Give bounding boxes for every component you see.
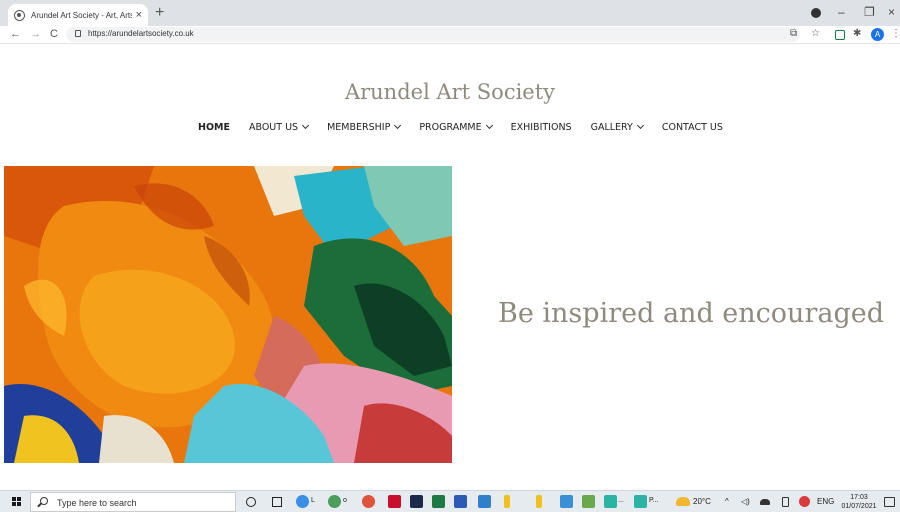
maximize-button[interactable]: ❐ (864, 5, 875, 19)
share-icon[interactable]: ⧉ (790, 28, 797, 40)
extension-shield-icon[interactable] (835, 30, 845, 40)
minimize-button[interactable]: – (838, 5, 845, 19)
extensions-puzzle-icon[interactable]: ✱ (853, 28, 861, 40)
address-bar[interactable]: https://arundelartsociety.co.uk (66, 27, 800, 42)
clock-date: 01/07/2021 (841, 503, 877, 510)
lock-icon[interactable] (75, 30, 81, 37)
nav-item-label: GALLERY (590, 121, 633, 133)
store-icon[interactable] (410, 495, 423, 508)
tray-chevron-up-icon[interactable]: ^ (725, 497, 729, 506)
profile-avatar[interactable]: A (871, 28, 884, 41)
cortana-icon[interactable] (246, 497, 256, 507)
url-text[interactable]: https://arundelartsociety.co.uk (88, 29, 194, 38)
browser-toolbar: ← → C https://arundelartsociety.co.uk ⧉ … (0, 26, 900, 44)
chrome-profile-icon[interactable] (811, 8, 821, 18)
language-indicator[interactable]: ENG (817, 497, 834, 506)
close-window-button[interactable]: × (888, 5, 895, 19)
site-favicon-icon (14, 9, 25, 21)
nav-item-exhibitions[interactable]: EXHIBITIONS (511, 122, 572, 133)
chevron-down-icon (485, 121, 493, 130)
sticky-note-icon[interactable] (504, 495, 510, 508)
chrome-app-label-2: o (343, 497, 347, 504)
weather-icon[interactable] (676, 497, 690, 506)
excel-icon[interactable] (432, 495, 445, 508)
speaker-icon[interactable]: ◁) (741, 497, 750, 506)
browser-tab-strip: Arundel Art Society - Art, Arts Or × + –… (0, 0, 900, 26)
chrome-app-icon-2[interactable] (328, 495, 341, 508)
tab-title: Arundel Art Society - Art, Arts Or (31, 10, 132, 20)
oil-paint-texture-illustration (4, 166, 452, 463)
taskbar-search-box[interactable]: Type here to search (30, 492, 236, 512)
nav-item-home[interactable]: HOME (198, 122, 230, 133)
tab-close-icon[interactable]: × (136, 9, 142, 21)
chrome-app-label: L (311, 497, 315, 504)
weather-temperature[interactable]: 20°C (693, 497, 711, 506)
site-title[interactable]: Arundel Art Society (0, 80, 900, 104)
publisher-label: ... (618, 497, 624, 504)
nav-item-gallery[interactable]: GALLERY (590, 121, 644, 133)
mcafee-icon[interactable] (388, 495, 401, 508)
taskbar-clock[interactable]: 17:03 01/07/2021 (838, 493, 880, 511)
nav-item-label: PROGRAMME (419, 121, 482, 133)
chrome-app-icon-3[interactable] (362, 495, 375, 508)
photos-icon[interactable] (582, 495, 595, 508)
chevron-down-icon (302, 121, 310, 130)
nav-item-programme[interactable]: PROGRAMME (419, 121, 493, 133)
forward-button[interactable]: → (30, 27, 41, 41)
main-navigation: HOME ABOUT US MEMBERSHIP PROGRAMME EXHIBITIO… (198, 120, 742, 134)
outlook-icon[interactable] (560, 495, 573, 508)
chevron-down-icon (394, 121, 402, 130)
nav-item-about-us[interactable]: ABOUT US (248, 121, 310, 133)
notifications-icon[interactable] (884, 497, 895, 507)
browser-tab[interactable]: Arundel Art Society - Art, Arts Or × (8, 4, 148, 26)
security-icon[interactable] (799, 496, 810, 507)
new-tab-button[interactable]: + (155, 5, 164, 21)
windows-start-icon[interactable] (12, 497, 22, 507)
mail-icon[interactable] (478, 495, 491, 508)
nav-item-label: CONTACT US (661, 121, 723, 133)
chrome-app-icon[interactable] (296, 495, 309, 508)
nav-item-label: EXHIBITIONS (510, 121, 572, 133)
nav-item-label: MEMBERSHIP (327, 121, 391, 133)
nav-item-label: HOME (198, 121, 230, 133)
browser-menu-icon[interactable]: ⋮ (891, 28, 900, 40)
word-icon[interactable] (454, 495, 467, 508)
windows-taskbar: Type here to search L o ... P... 20°C ^ … (0, 490, 900, 512)
taskbar-search-placeholder: Type here to search (57, 498, 137, 508)
nav-item-membership[interactable]: MEMBERSHIP (327, 121, 402, 133)
nav-item-contact-us[interactable]: CONTACT US (662, 122, 723, 133)
publisher-icon[interactable] (604, 495, 617, 508)
clock-time: 17:03 (850, 494, 868, 501)
battery-icon[interactable] (782, 497, 789, 507)
task-view-icon[interactable] (272, 497, 282, 507)
reload-button[interactable]: C (50, 27, 58, 41)
nav-item-label: ABOUT US (248, 121, 299, 133)
back-button[interactable]: ← (10, 27, 21, 41)
bookmark-star-icon[interactable]: ☆ (811, 28, 820, 40)
publisher-icon-2[interactable] (634, 495, 647, 508)
chevron-down-icon (636, 121, 644, 130)
onedrive-icon[interactable] (760, 499, 770, 505)
search-icon (40, 497, 48, 505)
file-explorer-icon[interactable] (536, 495, 542, 508)
hero-paint-image (4, 166, 452, 463)
hero-tagline: Be inspired and encouraged (498, 298, 884, 329)
publisher-label-2: P... (649, 497, 659, 504)
